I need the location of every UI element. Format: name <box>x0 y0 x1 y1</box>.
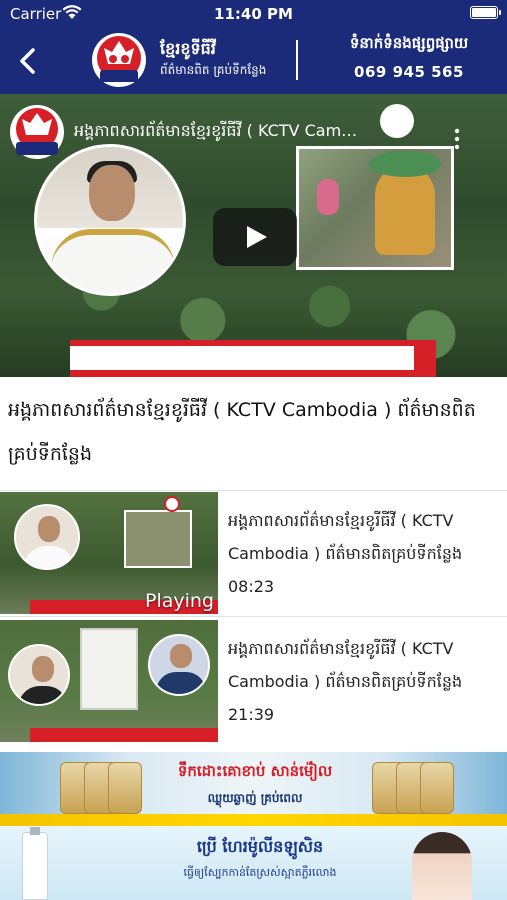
playlist-item[interactable]: អង្គភាពសារព័ត៌មានខ្មែរខូរីធីវី ( KCTV Ca… <box>0 618 507 742</box>
ad-subtitle: ឈ្ងុយឆ្ងាញ់ គ្រប់ពេល <box>207 791 303 805</box>
model-image <box>412 832 472 900</box>
brand-tagline: ព័ត៌មានពិត គ្រប់ទីកន្លែង <box>160 63 267 77</box>
milk-can-image <box>420 762 454 814</box>
video-thumbnail <box>0 620 218 742</box>
official-portrait <box>34 144 186 296</box>
status-bar: Carrier 11:40 PM <box>0 0 507 28</box>
playlist-item-duration: 21:39 <box>228 705 275 724</box>
ad-banner-milk[interactable]: ទឹកដោះគោខាប់ សាន់ម៉ៀល ឈ្ងុយឆ្ងាញ់ គ្រប់ព… <box>0 752 507 826</box>
playing-badge: Playing <box>144 590 214 612</box>
ad-ribbon <box>0 814 507 826</box>
milk-can-image <box>108 762 142 814</box>
playlist-item-title: អង្គភាពសារព័ត៌មានខ្មែរខូរីធីវី ( KCTV Ca… <box>228 511 463 563</box>
current-video-title: អង្គភាពសារព័ត៌មានខ្មែរខូរីធីវី ( KCTV Ca… <box>8 399 476 465</box>
channel-avatar-icon[interactable] <box>380 104 414 138</box>
play-button[interactable] <box>213 208 297 266</box>
playlist-item-text: អង្គភាពសារព័ត៌មានខ្មែរខូរីធីវី ( KCTV Ca… <box>228 632 500 731</box>
back-chevron-icon[interactable] <box>14 44 44 78</box>
top-bar: Carrier 11:40 PM ខ្មែរខូទីធីវី ព័ត៌មានពិ… <box>0 0 507 94</box>
field-photo-inset <box>296 146 454 270</box>
ad-banner-lotion[interactable]: ប្រើ ហែរម៉ូលីនឡូសិន ធ្វើឲ្យស្បែកកាន់តែស្… <box>0 826 507 900</box>
ad-subtitle: ធ្វើឲ្យស្បែកកាន់តែស្រស់ស្អាតភ្លឺរលោង <box>183 866 337 879</box>
playlist-item-text: អង្គភាពសារព័ត៌មានខ្មែរខូរីធីវី ( KCTV Ca… <box>228 504 500 603</box>
battery-icon <box>470 6 501 19</box>
video-thumbnail: Playing <box>0 492 218 614</box>
player-video-title: អង្គភាពសារព័ត៌មានខ្មែរខូរីធីវី ( KCTV Ca… <box>74 121 364 140</box>
kctv-logo-icon <box>92 33 146 87</box>
channel-logo-icon <box>10 105 64 159</box>
playlist-item[interactable]: Playing អង្គភាពសារព័ត៌មានខ្មែរខូរីធីវី (… <box>0 490 507 614</box>
news-banner-strip <box>70 346 414 370</box>
nav-divider <box>296 40 298 80</box>
clock: 11:40 PM <box>214 5 293 23</box>
list-separator <box>0 616 507 617</box>
navigation-bar: ខ្មែរខូទីធីវី ព័ត៌មានពិត គ្រប់ទីកន្លែង ទ… <box>0 28 507 94</box>
ad-title: ប្រើ ហែរម៉ូលីនឡូសិន <box>196 837 324 856</box>
brand-name: ខ្មែរខូទីធីវី <box>160 39 216 58</box>
playlist-item-title: អង្គភាពសារព័ត៌មានខ្មែរខូរីធីវី ( KCTV Ca… <box>228 639 463 691</box>
playlist-item-duration: 08:23 <box>228 577 275 596</box>
lotion-bottle-image <box>22 827 48 900</box>
contact-phone[interactable]: 069 945 565 <box>318 63 500 81</box>
video-player[interactable]: អង្គភាពសារព័ត៌មានខ្មែរខូរីធីវី ( KCTV Ca… <box>0 94 507 377</box>
contact-label: ទំនាក់ទំនងផ្សព្វផ្សាយ <box>349 34 469 52</box>
ad-title: ទឹកដោះគោខាប់ សាន់ម៉ៀល <box>177 762 333 780</box>
